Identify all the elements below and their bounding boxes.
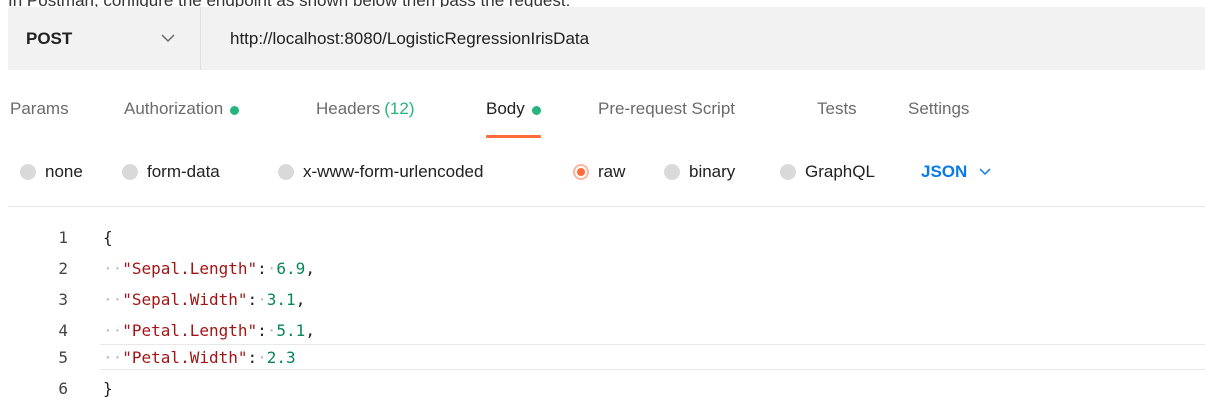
headers-count: (12) [384,99,415,118]
comma: , [305,258,315,278]
code-line: 3 ··"Sepal.Width":·3.1, [0,286,1205,312]
code-text: ··"Petal.Width":·2.3 [103,347,296,367]
option-label: x-www-form-urlencoded [303,162,484,181]
method-label: POST [26,28,73,48]
comma: , [305,320,315,340]
tab-headers[interactable]: Headers (12) [316,94,415,138]
code-text: ··"Petal.Length":·5.1, [103,320,315,340]
line-number: 5 [58,347,68,367]
open-brace: { [103,227,113,247]
tab-label: Params [10,99,69,118]
tab-params[interactable]: Params [10,94,69,138]
tab-label: Headers [316,99,381,118]
json-key: "Petal.Length" [122,320,258,340]
line-number: 1 [58,227,68,247]
json-value: 5.1 [276,320,306,340]
json-value: 2.3 [266,347,296,367]
body-type-binary[interactable]: binary [664,155,735,189]
line-number: 3 [58,289,68,309]
status-dot [230,106,240,115]
code-line: 4 ··"Petal.Length":·5.1, [0,317,1205,343]
status-dot [531,106,541,115]
body-type-graphql[interactable]: GraphQL [780,155,875,189]
line-number: 2 [58,258,68,278]
radio-icon [20,164,36,180]
json-value: 3.1 [266,289,296,309]
tab-body[interactable]: Body [486,94,541,138]
code-text: } [103,379,113,398]
body-type-none[interactable]: none [20,155,83,189]
tab-label: Settings [908,99,970,118]
tab-authorization[interactable]: Authorization [124,94,240,138]
raw-format-label: JSON [921,162,968,181]
code-line-current: 5 ··"Petal.Width":·2.3 [58,344,1205,370]
code-text: ··"Sepal.Width":·3.1, [103,289,306,309]
chevron-down-icon [979,168,991,176]
option-label: form-data [147,162,220,181]
option-label: none [45,162,83,181]
radio-icon [278,164,294,180]
body-type-raw[interactable]: raw [573,155,625,189]
tab-label: Pre-request Script [598,99,735,118]
body-type-x-www-form-urlencoded[interactable]: x-www-form-urlencoded [278,155,483,189]
tab-pre-request-script[interactable]: Pre-request Script [598,94,735,138]
body-type-options: none form-data x-www-form-urlencoded raw… [0,155,1205,189]
code-text: { [103,228,113,247]
radio-icon [780,164,796,180]
method-select[interactable]: POST [8,7,201,70]
divider [8,206,1205,207]
line-number: 6 [58,378,68,398]
code-line: 2 ··"Sepal.Length":·6.9, [0,255,1205,281]
body-type-form-data[interactable]: form-data [122,155,220,189]
radio-icon [122,164,138,180]
request-url-bar: POST http://localhost:8080/LogisticRegre… [8,7,1205,70]
tab-tests[interactable]: Tests [817,94,857,138]
json-body-editor[interactable]: 1 { 2 ··"Sepal.Length":·6.9, 3 ··"Sepal.… [0,224,1205,403]
line-number: 4 [58,320,68,340]
code-line: 1 { [0,224,1205,250]
json-key: "Sepal.Length" [122,258,258,278]
option-label: raw [598,162,626,181]
radio-icon [664,164,680,180]
close-brace: } [103,378,113,398]
comma: , [295,289,306,309]
chevron-down-icon [160,31,176,47]
url-input[interactable]: http://localhost:8080/LogisticRegression… [230,29,589,49]
json-key: "Sepal.Width" [122,289,248,309]
postman-request-editor: In Postman, configure the endpoint as sh… [0,0,1205,403]
code-text: ··"Sepal.Length":·6.9, [103,258,315,278]
tab-label: Tests [817,99,857,118]
json-key: "Petal.Width" [122,347,248,367]
code-line: 6 } [0,375,1205,401]
option-label: GraphQL [805,162,875,181]
radio-selected-icon [573,164,589,180]
tab-settings[interactable]: Settings [908,94,969,138]
option-label: binary [689,162,736,181]
raw-format-select[interactable]: JSON [921,155,991,189]
tab-label: Authorization [124,99,224,118]
json-value: 6.9 [276,258,306,278]
tab-label: Body [486,99,525,118]
